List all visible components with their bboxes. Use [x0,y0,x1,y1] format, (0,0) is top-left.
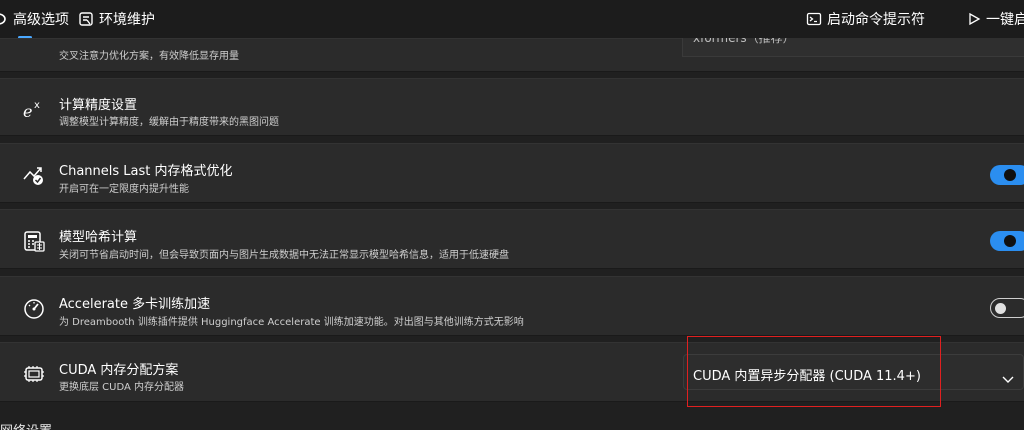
model-hash-desc: 关闭可节省启动时间，但会导致页面内与图片生成数据中无法正常显示模型哈希信息，适用… [59,250,509,261]
channels-last-toggle[interactable] [990,165,1024,185]
tab-env-label: 环境维护 [99,12,155,28]
attention-desc: 交叉注意力优化方案，有效降低显存用量 [59,51,239,62]
channels-last-card: Channels Last 内存格式优化 开启可在一定限度内提升性能 [0,143,1024,203]
attention-select[interactable]: xformers（推荐） [682,38,1024,57]
calculator-icon [22,230,46,254]
accelerate-desc: 为 Dreambooth 训练插件提供 Huggingface Accelera… [59,317,524,328]
chevron-down-icon [1002,369,1014,388]
channels-last-title: Channels Last 内存格式优化 [59,164,233,179]
tab-advanced[interactable]: 高级选项 [0,9,69,29]
speedometer-icon [22,296,46,320]
toggle-knob [1004,235,1016,247]
accelerate-toggle[interactable] [990,298,1024,318]
tab-advanced-label: 高级选项 [13,12,69,28]
play-icon [967,12,981,26]
cuda-alloc-desc: 更换底层 CUDA 内存分配器 [59,382,185,393]
channels-last-desc: 开启可在一定限度内提升性能 [59,184,189,195]
terminal-icon [806,11,822,27]
chip-icon [22,362,46,386]
toggle-knob [995,302,1006,314]
one-click-start-button[interactable]: 一键启 [967,9,1024,29]
settings-icon [0,11,8,27]
svg-text:e: e [23,102,32,121]
cmd-prompt-label: 启动命令提示符 [827,12,925,28]
model-hash-toggle[interactable] [990,231,1024,251]
chart-check-icon [22,163,46,187]
wrench-icon [78,11,94,27]
precision-card[interactable]: ex 计算精度设置 调整模型计算精度，缓解由于精度带来的黑图问题 [0,78,1024,136]
toggle-knob [1004,169,1016,181]
top-bar: 高级选项 环境维护 启动命令提示符 一键启 [0,0,1024,39]
cmd-prompt-button[interactable]: 启动命令提示符 [806,9,925,29]
one-click-start-label: 一键启 [986,12,1024,28]
accelerate-card: Accelerate 多卡训练加速 为 Dreambooth 训练插件提供 Hu… [0,276,1024,336]
svg-text:x: x [34,100,40,111]
precision-desc: 调整模型计算精度，缓解由于精度带来的黑图问题 [59,117,279,128]
precision-title: 计算精度设置 [59,98,138,113]
exponent-icon: ex [22,97,46,121]
cuda-alloc-title: CUDA 内存分配方案 [59,363,179,378]
network-section-heading: 网络设置 [0,420,52,430]
tab-env[interactable]: 环境维护 [78,9,155,29]
model-hash-card: 模型哈希计算 关闭可节省启动时间，但会导致页面内与图片生成数据中无法正常显示模型… [0,209,1024,269]
model-hash-title: 模型哈希计算 [59,230,138,245]
accelerate-title: Accelerate 多卡训练加速 [59,297,211,312]
attention-select-value: xformers（推荐） [693,38,795,45]
highlight-annotation-box [687,336,941,407]
